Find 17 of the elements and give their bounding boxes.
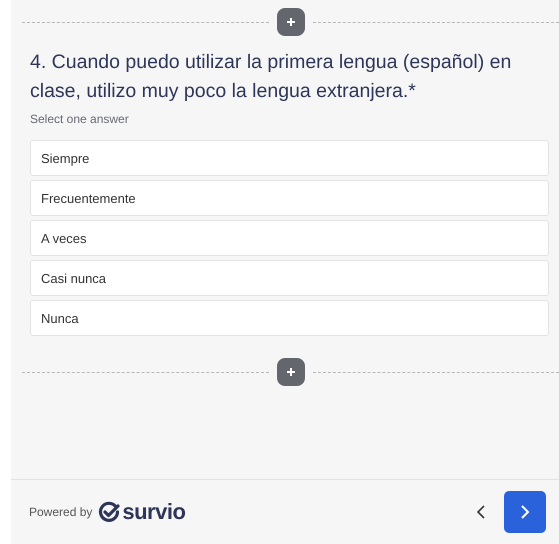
chevron-right-icon (520, 505, 530, 519)
answer-option[interactable]: Casi nunca (30, 260, 549, 296)
powered-by-text: Powered by (29, 505, 92, 519)
question-title: 4. Cuando puedo utilizar la primera lengua (español) en clase, utilizo muy poco la lengua extranjera.* (30, 50, 512, 104)
next-button[interactable] (504, 491, 546, 533)
brand-logo: survio (122, 499, 186, 525)
answer-option[interactable]: A veces (30, 220, 549, 256)
add-button[interactable] (276, 8, 304, 36)
add-button[interactable] (276, 358, 304, 386)
chevron-left-icon (477, 505, 485, 519)
plus-icon (286, 367, 296, 377)
check-logo-icon (98, 501, 120, 523)
plus-icon (286, 17, 296, 27)
answer-option[interactable]: Frecuentemente (30, 180, 549, 216)
answer-option[interactable]: Siempre (30, 140, 549, 176)
answer-option[interactable]: Nunca (30, 300, 549, 336)
question-hint: Select one answer (30, 112, 130, 126)
